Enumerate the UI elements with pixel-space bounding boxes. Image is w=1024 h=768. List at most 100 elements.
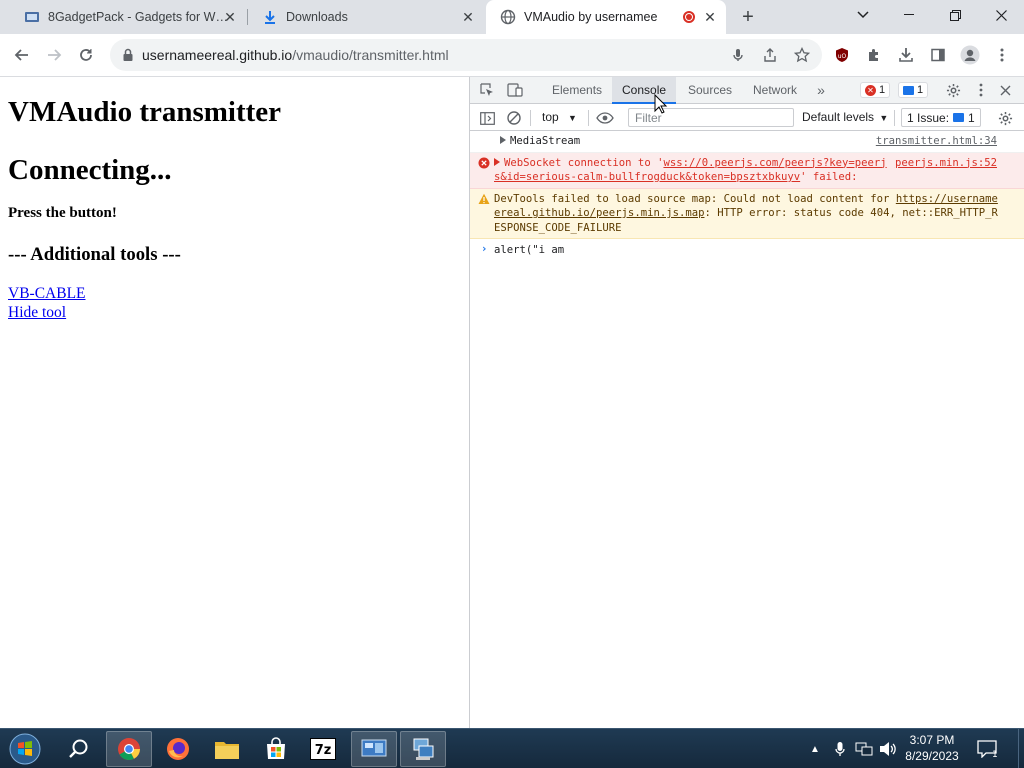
close-icon[interactable]: ✕: [222, 9, 238, 25]
context-value: top: [542, 110, 559, 124]
reload-button[interactable]: [72, 41, 100, 69]
address-bar[interactable]: usernameereal.github.io/vmaudio/transmit…: [110, 39, 822, 71]
message-count: 1: [917, 84, 924, 96]
extensions-puzzle-icon[interactable]: [860, 41, 888, 69]
error-prefix: WebSocket connection to ': [504, 156, 664, 169]
svg-text:1: 1: [992, 750, 997, 758]
log-source-link[interactable]: transmitter.html:34: [876, 134, 997, 149]
context-selector[interactable]: top ▼: [542, 110, 577, 124]
side-panel-icon[interactable]: [924, 41, 952, 69]
recording-icon: [683, 11, 695, 23]
forward-button[interactable]: [40, 41, 68, 69]
bookmark-star-icon[interactable]: [793, 46, 811, 66]
7zip-icon[interactable]: 7z: [300, 731, 346, 767]
device-toolbar-icon[interactable]: [506, 81, 524, 99]
console-log-mediastream[interactable]: MediaStream transmitter.html:34: [470, 131, 1024, 153]
tab-sources[interactable]: Sources: [678, 77, 742, 104]
sidebar-toggle-icon[interactable]: [478, 109, 496, 127]
windows-taskbar: 7z ▲ 3:07 PM 8/29/2023 1: [0, 728, 1024, 768]
prompt-chevron-icon: ›: [481, 243, 488, 255]
close-window-button[interactable]: [978, 0, 1024, 30]
gadgetpack-icon: [24, 9, 40, 25]
expand-arrow-icon[interactable]: [494, 157, 500, 166]
console-settings-gear-icon[interactable]: [996, 109, 1014, 127]
connection-status: Connecting...: [8, 154, 172, 186]
downloads-icon[interactable]: [892, 41, 920, 69]
restore-button[interactable]: [932, 0, 978, 30]
settings-gear-icon[interactable]: [944, 81, 962, 99]
close-icon[interactable]: ✕: [460, 9, 476, 25]
console-error-websocket[interactable]: WebSocket connection to 'wss://0.peerjs.…: [470, 152, 1024, 189]
instruction-text: Press the button!: [8, 205, 117, 221]
live-expression-eye-icon[interactable]: [596, 109, 614, 127]
network-tool-icon[interactable]: [400, 731, 446, 767]
volume-tray-icon[interactable]: [878, 733, 898, 765]
back-button[interactable]: [8, 41, 36, 69]
console-input-text[interactable]: alert("i am: [494, 244, 564, 256]
devtools-menu-icon[interactable]: [972, 81, 990, 99]
share-icon[interactable]: [762, 47, 778, 66]
warning-icon: [478, 193, 490, 205]
hide-tool-link[interactable]: Hide tool: [8, 303, 461, 322]
ublock-origin-icon[interactable]: uO: [828, 41, 856, 69]
close-icon[interactable]: ✕: [702, 9, 718, 25]
error-source-link[interactable]: peerjs.min.js:52: [895, 156, 997, 171]
tab-strip: 8GadgetPack - Gadgets for Windows ✕ Down…: [0, 0, 1024, 34]
divider: [530, 110, 531, 126]
vb-cable-link[interactable]: VB-CABLE: [8, 284, 461, 303]
error-count-badge[interactable]: ✕ 1: [860, 82, 891, 98]
lock-icon[interactable]: [120, 47, 136, 63]
console-prompt[interactable]: › alert("i am: [470, 239, 1024, 262]
network-tray-icon[interactable]: [854, 733, 874, 765]
page-title: VMAudio transmitter: [8, 96, 282, 128]
more-tabs-chevron-icon[interactable]: »: [812, 81, 830, 99]
inspect-element-icon[interactable]: [478, 81, 496, 99]
svg-text:uO: uO: [838, 53, 847, 60]
system-clock[interactable]: 3:07 PM 8/29/2023: [902, 732, 962, 764]
show-desktop-button[interactable]: [1018, 729, 1024, 768]
log-text: MediaStream: [510, 135, 581, 147]
error-icon: ✕: [865, 84, 876, 96]
filter-input[interactable]: Filter: [628, 108, 794, 127]
warning-prefix: DevTools failed to load source map: Coul…: [494, 192, 896, 205]
issues-button[interactable]: 1 Issue: 1: [901, 108, 981, 127]
expand-arrow-icon[interactable]: [500, 136, 506, 144]
tools-heading: --- Additional tools ---: [8, 244, 181, 265]
devtools-tabbar: Elements Console Sources Network » ✕ 1 1: [470, 77, 1024, 104]
page-content: VMAudio transmitter Connecting... Press …: [0, 77, 469, 728]
console-output: MediaStream transmitter.html:34 WebSocke…: [470, 131, 1024, 728]
search-icon[interactable]: [56, 731, 102, 767]
browser-toolbar: usernameereal.github.io/vmaudio/transmit…: [0, 34, 1024, 77]
clock-date: 8/29/2023: [905, 749, 959, 763]
clear-console-icon[interactable]: [505, 109, 523, 127]
file-explorer-icon[interactable]: [204, 731, 250, 767]
store-icon[interactable]: [253, 731, 299, 767]
url-path: /vmaudio/transmitter.html: [292, 47, 449, 63]
globe-icon: [500, 9, 516, 25]
console-warning-sourcemap[interactable]: DevTools failed to load source map: Coul…: [470, 188, 1024, 239]
microphone-tray-icon[interactable]: [832, 733, 848, 765]
chrome-icon[interactable]: [106, 731, 152, 767]
tab-elements[interactable]: Elements: [542, 77, 612, 104]
microphone-icon[interactable]: [730, 47, 746, 66]
minimize-button[interactable]: [886, 0, 932, 30]
tab-gadgetpack[interactable]: 8GadgetPack - Gadgets for Windows ✕: [10, 0, 246, 34]
message-count-badge[interactable]: 1: [898, 82, 929, 98]
tab-search-icon[interactable]: [840, 0, 886, 30]
new-tab-button[interactable]: +: [736, 5, 760, 29]
log-levels-dropdown[interactable]: Default levels ▼: [802, 110, 888, 124]
start-button[interactable]: [6, 731, 44, 767]
menu-kebab-icon[interactable]: [988, 41, 1016, 69]
control-panel-icon[interactable]: [351, 731, 397, 767]
tab-network[interactable]: Network: [743, 77, 807, 104]
tab-downloads[interactable]: Downloads ✕: [248, 0, 484, 34]
profile-avatar-icon[interactable]: [956, 41, 984, 69]
issues-count: 1: [968, 110, 975, 125]
show-hidden-icons-icon[interactable]: ▲: [808, 733, 822, 765]
mouse-cursor-icon: [654, 93, 668, 114]
action-center-icon[interactable]: 1: [972, 733, 1002, 765]
close-devtools-icon[interactable]: [996, 81, 1014, 99]
tab-vmaudio[interactable]: VMAudio by usernamee ✕: [486, 0, 726, 34]
divider: [588, 110, 589, 126]
firefox-icon[interactable]: [155, 731, 201, 767]
